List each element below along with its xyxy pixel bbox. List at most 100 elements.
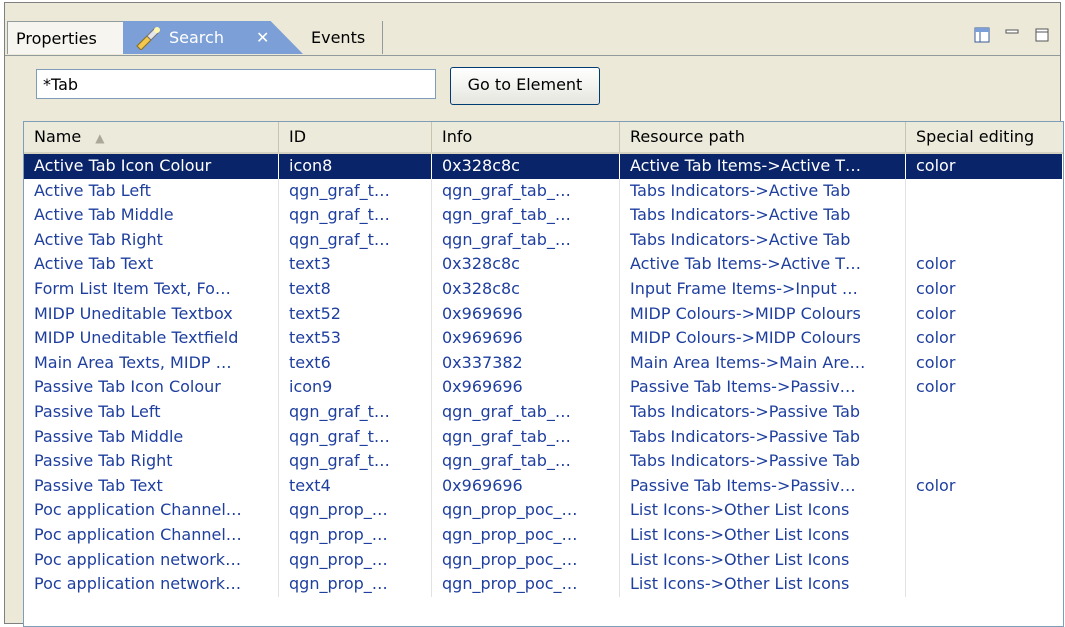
cell-name: Passive Tab Right <box>24 449 279 474</box>
table-row[interactable]: Passive Tab Left qgn_graf_t… qgn_graf_tab_… <box>24 399 1063 425</box>
table-row[interactable]: Active Tab Left qgn_graf_t… qgn_graf_tab_…… <box>24 178 1063 204</box>
cell-info: 0x969696 <box>432 473 620 499</box>
cell-special-editing <box>906 228 1063 253</box>
cell-id: qgn_graf_t… <box>279 227 432 253</box>
cell-resource-path: MIDP Colours->MIDP Colours <box>620 326 906 351</box>
table-row[interactable]: MIDP Uneditable Textfield text53 0x969696 M… <box>24 326 1063 351</box>
cell-resource-path: Tabs Indicators->Passive Tab <box>620 449 906 474</box>
cell-resource-path: Tabs Indicators->Active Tab <box>620 227 906 253</box>
cell-name: Poc application network… <box>24 572 279 597</box>
cell-resource-path: Active Tab Items->Active T… <box>620 252 906 277</box>
table-header: Name ▲ ID Info Resource path Special edit… <box>24 122 1063 154</box>
table-row[interactable]: Poc application network… qgn_prop_… qgn_pr… <box>24 547 1063 573</box>
table-row[interactable]: MIDP Uneditable Textbox text52 0x969696 MID… <box>24 301 1063 327</box>
table-row[interactable]: Active Tab Middle qgn_graf_t… qgn_graf_tab… <box>24 203 1063 228</box>
cell-special-editing <box>906 449 1063 474</box>
cell-id: text6 <box>279 350 432 376</box>
cell-resource-path: List Icons->Other List Icons <box>620 547 906 573</box>
table-row[interactable]: Active Tab Text text3 0x328c8c Active Tab I… <box>24 252 1063 277</box>
cell-name: Active Tab Left <box>24 178 279 204</box>
table-row[interactable]: Poc application network… qgn_prop_… qgn_pr… <box>24 572 1063 597</box>
cell-info: qgn_graf_tab_… <box>432 178 620 204</box>
cell-resource-path: Main Area Items->Main Are… <box>620 350 906 376</box>
results-table: Name ▲ ID Info Resource path Special edit… <box>23 121 1064 627</box>
table-row[interactable]: Form List Item Text, Fo… text8 0x328c8c Inp… <box>24 276 1063 302</box>
cell-name: Passive Tab Left <box>24 399 279 425</box>
minimize-icon[interactable] <box>1004 27 1020 43</box>
table-row[interactable]: Main Area Texts, MIDP … text6 0x337382 Main… <box>24 350 1063 376</box>
table-row[interactable]: Passive Tab Right qgn_graf_t… qgn_graf_tab… <box>24 449 1063 474</box>
cell-name: Active Tab Middle <box>24 203 279 228</box>
search-bar: Go to Element <box>5 56 1060 112</box>
cell-info: qgn_prop_poc_… <box>432 572 620 597</box>
column-header-id[interactable]: ID <box>279 122 432 152</box>
cell-resource-path: Tabs Indicators->Active Tab <box>620 178 906 204</box>
table-row[interactable]: Passive Tab Text text4 0x969696 Passive Tab… <box>24 473 1063 499</box>
cell-resource-path: Tabs Indicators->Active Tab <box>620 203 906 228</box>
cell-resource-path: Passive Tab Items->Passiv… <box>620 375 906 400</box>
cell-id: qgn_graf_t… <box>279 399 432 425</box>
table-row[interactable]: Poc application Channel… qgn_prop_… qgn_pr… <box>24 498 1063 523</box>
tab-properties-label: Properties <box>16 29 97 48</box>
cell-name: Active Tab Right <box>24 227 279 253</box>
cell-id: icon9 <box>279 375 432 400</box>
cell-id: qgn_prop_… <box>279 522 432 548</box>
column-header-name[interactable]: Name ▲ <box>24 122 279 152</box>
view-tab-bar: Properties Search ✕ Events <box>5 3 1060 56</box>
cell-name: Passive Tab Middle <box>24 424 279 450</box>
cell-resource-path: List Icons->Other List Icons <box>620 498 906 523</box>
cell-special-editing: color <box>906 154 1063 179</box>
table-row[interactable]: Active Tab Right qgn_graf_t… qgn_graf_tab_… <box>24 227 1063 253</box>
column-header-info[interactable]: Info <box>432 122 620 152</box>
tab-search[interactable]: Search ✕ <box>123 21 303 54</box>
cell-special-editing: color <box>916 254 956 274</box>
cell-info: 0x969696 <box>432 326 620 351</box>
column-header-resource-path[interactable]: Resource path <box>620 122 906 152</box>
table-row[interactable]: Poc application Channel… qgn_prop_… qgn_pr… <box>24 522 1063 548</box>
column-header-name-label: Name <box>34 127 82 146</box>
cell-info: qgn_prop_poc_… <box>432 547 620 573</box>
cell-special-editing <box>906 203 1063 228</box>
go-to-element-button[interactable]: Go to Element <box>450 67 600 105</box>
cell-info: qgn_graf_tab_… <box>432 227 620 253</box>
search-view: Properties Search ✕ Events *Tab Go to El… <box>4 2 1064 627</box>
cell-id: qgn_prop_… <box>279 572 432 597</box>
cell-name: Passive Tab Text <box>24 473 279 499</box>
cell-special-editing <box>906 400 1063 425</box>
tab-search-label: Search <box>169 28 224 47</box>
cell-id: qgn_graf_t… <box>279 449 432 474</box>
table-row[interactable]: Passive Tab Middle qgn_graf_t… qgn_graf_ta… <box>24 424 1063 450</box>
cell-special-editing: color <box>916 377 956 397</box>
cell-special-editing <box>906 572 1063 597</box>
tab-properties[interactable]: Properties <box>7 21 125 54</box>
table-row[interactable]: Passive Tab Icon Colour icon9 0x969696 Pass… <box>24 375 1063 400</box>
tab-events-label: Events <box>311 28 366 47</box>
cell-resource-path: MIDP Colours->MIDP Colours <box>620 301 906 327</box>
flashlight-search-icon <box>136 27 160 50</box>
cell-name: MIDP Uneditable Textbox <box>24 301 279 327</box>
column-header-special-editing[interactable]: Special editing <box>906 122 1063 152</box>
cell-name: Poc application Channel… <box>24 522 279 548</box>
cell-special-editing: color <box>916 303 956 323</box>
cell-id: qgn_graf_t… <box>279 203 432 228</box>
cell-special-editing: color <box>916 475 956 495</box>
view-toolbar <box>974 21 1050 49</box>
tab-events[interactable]: Events <box>301 21 383 54</box>
cell-id: text53 <box>279 326 432 351</box>
cell-special-editing <box>906 523 1063 548</box>
cell-special-editing <box>906 548 1063 573</box>
cell-special-editing: color <box>916 352 956 372</box>
table-row[interactable]: Active Tab Icon Colour icon8 0x328c8c Activ… <box>24 154 1063 179</box>
search-input[interactable] <box>36 69 436 99</box>
cell-id: text52 <box>279 301 432 327</box>
cell-info: qgn_graf_tab_… <box>432 449 620 474</box>
cell-name: Active Tab Text <box>24 252 279 277</box>
cell-id: qgn_graf_t… <box>279 424 432 450</box>
cell-name: Passive Tab Icon Colour <box>24 375 279 400</box>
table-body: Active Tab Icon Colour icon8 0x328c8c Activ… <box>24 154 1063 597</box>
close-icon[interactable]: ✕ <box>256 21 269 54</box>
view-layout-icon[interactable] <box>974 27 990 43</box>
cell-info: 0x328c8c <box>432 276 620 302</box>
maximize-icon[interactable] <box>1034 27 1050 43</box>
cell-special-editing: color <box>916 328 956 348</box>
